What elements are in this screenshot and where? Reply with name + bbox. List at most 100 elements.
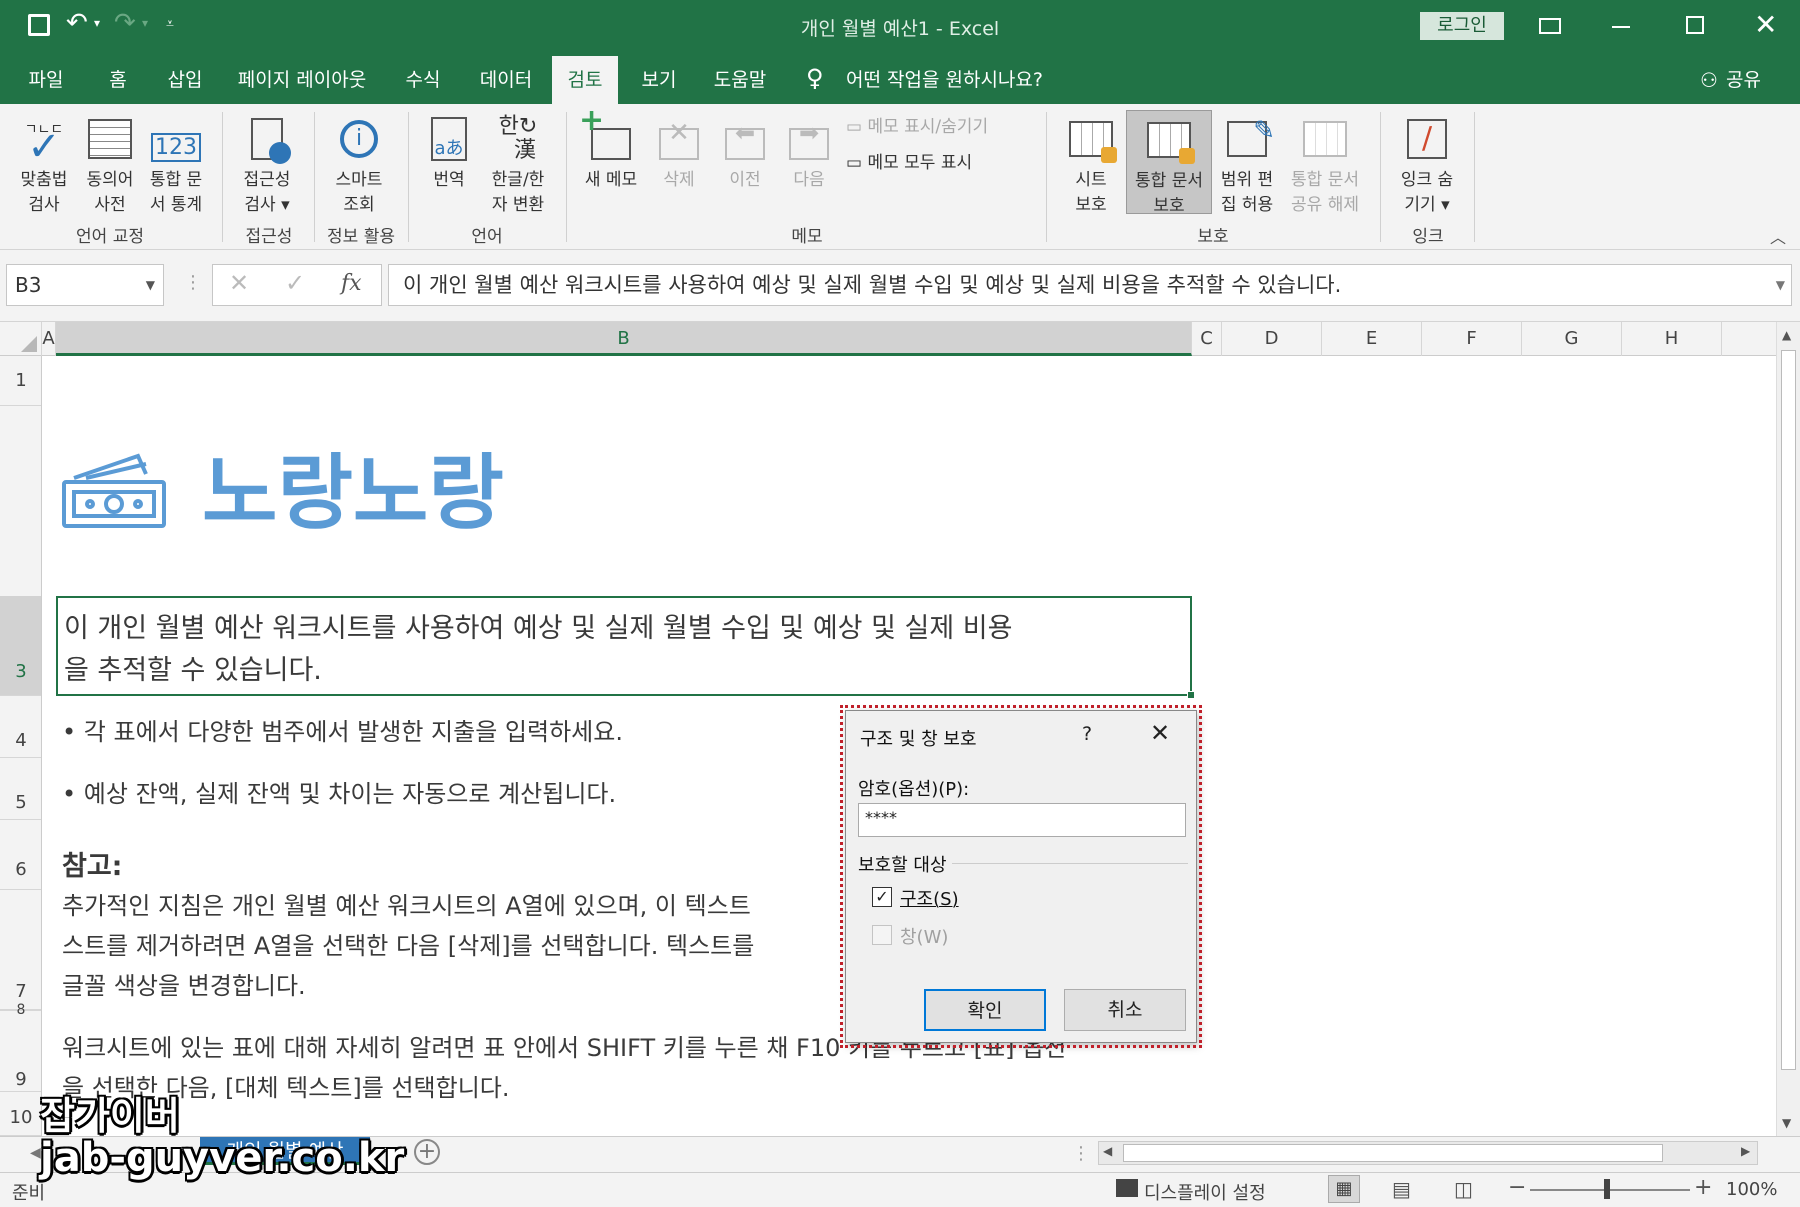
formula-input[interactable]: 이 개인 월별 예산 워크시트를 사용하여 예상 및 실제 월별 수입 및 예상…	[388, 264, 1792, 306]
horizontal-scrollbar[interactable]: ◀ ▶	[1098, 1141, 1758, 1165]
maximize-icon[interactable]	[1686, 16, 1704, 34]
structure-label[interactable]: 구조(S)	[900, 885, 959, 911]
note-line-2: 스트를 제거하려면 A열을 선택한 다음 [삭제]를 선택합니다. 텍스트를	[62, 932, 755, 960]
show-hide-comment-icon: ▭	[846, 117, 863, 137]
scroll-left-icon[interactable]: ◀	[1103, 1144, 1112, 1158]
close-window-icon[interactable]: ✕	[1754, 8, 1777, 41]
row-header-5[interactable]: 5	[0, 758, 41, 820]
ribbon-display-options-icon[interactable]	[1539, 18, 1561, 34]
tab-help[interactable]: 도움말	[700, 56, 780, 104]
next-comment-label: 다음	[793, 170, 825, 190]
column-header-e[interactable]: E	[1322, 322, 1422, 356]
scroll-right-icon[interactable]: ▶	[1741, 1144, 1750, 1158]
tab-home[interactable]: 홈	[92, 56, 144, 104]
allow-edit-ranges-label: 범위 편	[1220, 170, 1274, 190]
dialog-close-icon[interactable]: ✕	[1150, 719, 1170, 747]
minimize-icon[interactable]	[1612, 26, 1630, 28]
thesaurus-button[interactable]: 동의어 사전	[78, 110, 142, 218]
zoom-level[interactable]: 100%	[1726, 1179, 1777, 1200]
protect-sheet-label-2: 보호	[1075, 195, 1107, 215]
show-all-comments-button[interactable]: ▭ 메모 모두 표시	[846, 148, 972, 173]
collapse-ribbon-icon[interactable]: ︿	[1770, 224, 1786, 248]
previous-comment-label: 이전	[729, 170, 761, 190]
column-header-b[interactable]: B	[56, 322, 1192, 356]
scroll-down-icon[interactable]: ▼	[1782, 1116, 1791, 1130]
group-language: 언어	[471, 227, 503, 247]
row-header-6[interactable]: 6	[0, 820, 41, 890]
column-header-c[interactable]: C	[1192, 322, 1222, 356]
zoom-out-icon[interactable]: −	[1508, 1175, 1526, 1200]
thesaurus-icon	[78, 110, 142, 168]
column-header-d[interactable]: D	[1222, 322, 1322, 356]
new-sheet-icon[interactable]: +	[414, 1139, 440, 1165]
spelling-button[interactable]: ㄱㄴㄷ ✓ 맞춤법 검사	[12, 110, 76, 218]
zoom-slider[interactable]	[1530, 1189, 1690, 1191]
windows-label: 창(W)	[900, 927, 949, 948]
protect-sheet-label: 시트	[1075, 170, 1107, 190]
tab-page-layout[interactable]: 페이지 레이아웃	[226, 56, 378, 104]
column-header-a[interactable]: A	[42, 322, 56, 356]
tell-me-input[interactable]: 어떤 작업을 원하시나요?	[846, 56, 1043, 104]
name-box[interactable]: B3 ▼	[6, 264, 164, 306]
row-header-3[interactable]: 3	[0, 596, 41, 696]
select-all-corner[interactable]	[0, 322, 42, 356]
row-header-7[interactable]: 7	[0, 890, 41, 1010]
share-icon[interactable]: ⚇	[1700, 68, 1718, 92]
cancel-button[interactable]: 취소	[1064, 989, 1186, 1031]
fill-handle[interactable]	[1187, 691, 1195, 699]
horizontal-scroll-thumb[interactable]	[1123, 1144, 1663, 1162]
row-header-8[interactable]: 8	[0, 1003, 41, 1017]
tab-formulas[interactable]: 수식	[390, 56, 456, 104]
check-accessibility-button[interactable]: 접근성 검사 ▾	[232, 110, 302, 218]
smart-lookup-button[interactable]: i 스마트 조회	[322, 110, 396, 218]
column-header-f[interactable]: F	[1422, 322, 1522, 356]
insert-function-icon[interactable]: fx	[341, 271, 362, 296]
display-settings-icon[interactable]	[1116, 1179, 1138, 1197]
protect-workbook-button[interactable]: 통합 문서 보호	[1126, 110, 1212, 216]
hide-ink-icon: ∕	[1390, 110, 1464, 168]
page-break-preview-icon[interactable]: ◫	[1454, 1177, 1473, 1201]
hide-ink-label-2: 기기 ▾	[1404, 195, 1450, 215]
tab-data[interactable]: 데이터	[466, 56, 546, 104]
page-layout-view-icon[interactable]: ▤	[1392, 1177, 1411, 1201]
normal-view-icon[interactable]: ▦	[1328, 1175, 1360, 1203]
vertical-scroll-thumb[interactable]	[1781, 350, 1796, 1070]
password-input[interactable]: ****	[858, 803, 1186, 837]
expand-formula-icon[interactable]: ▼	[1776, 265, 1785, 305]
ok-button[interactable]: 확인	[924, 989, 1046, 1031]
tab-view[interactable]: 보기	[626, 56, 692, 104]
tab-split-grip-icon[interactable]: ⋮	[1072, 1143, 1090, 1164]
share-button[interactable]: 공유	[1726, 56, 1761, 104]
column-header-h[interactable]: H	[1622, 322, 1722, 356]
row-header-9[interactable]: 9	[0, 1016, 41, 1092]
dialog-help-button[interactable]: ?	[1082, 723, 1092, 745]
workbook-statistics-button[interactable]: 123 통합 문 서 통계	[144, 110, 208, 218]
row-header-1[interactable]: 1	[0, 356, 41, 406]
check-accessibility-label-2: 검사 ▾	[244, 195, 290, 215]
name-box-dropdown-icon[interactable]: ▼	[146, 265, 155, 305]
new-comment-button[interactable]: + 새 메모	[576, 106, 646, 193]
allow-edit-ranges-button[interactable]: ✎ 범위 편 집 허용	[1214, 110, 1280, 218]
row-header-4[interactable]: 4	[0, 696, 41, 758]
vertical-scrollbar[interactable]: ▲ ▼	[1776, 322, 1800, 1136]
column-header-g[interactable]: G	[1522, 322, 1622, 356]
zoom-in-icon[interactable]: +	[1694, 1175, 1712, 1200]
structure-checkbox[interactable]: ✓	[872, 887, 892, 907]
tab-file[interactable]: 파일	[12, 56, 80, 104]
zoom-slider-thumb[interactable]	[1604, 1179, 1610, 1199]
formula-bar-grip-icon[interactable]: ⋮	[184, 272, 202, 293]
tab-review[interactable]: 검토	[552, 56, 618, 104]
selected-cell-b3[interactable]: 이 개인 월별 예산 워크시트를 사용하여 예상 및 실제 월별 수입 및 예상…	[56, 596, 1195, 699]
row-header-10[interactable]: 10	[0, 1092, 41, 1136]
tab-insert[interactable]: 삽입	[152, 56, 218, 104]
hide-ink-button[interactable]: ∕ 잉크 숨 기기 ▾	[1390, 110, 1464, 218]
previous-comment-button: ⬅ 이전	[714, 110, 776, 193]
protect-sheet-button[interactable]: 시트 보호	[1056, 110, 1126, 218]
scroll-up-icon[interactable]: ▲	[1782, 328, 1791, 342]
note-heading: 참고:	[62, 851, 123, 882]
hangul-hanja-button[interactable]: 한↻ 漢 한글/한 자 변환	[482, 110, 554, 218]
translate-icon: aあ	[418, 110, 480, 168]
login-button[interactable]: 로그인	[1420, 12, 1504, 40]
display-settings-button[interactable]: 디스플레이 설정	[1144, 1179, 1266, 1205]
translate-button[interactable]: aあ 번역	[418, 110, 480, 193]
